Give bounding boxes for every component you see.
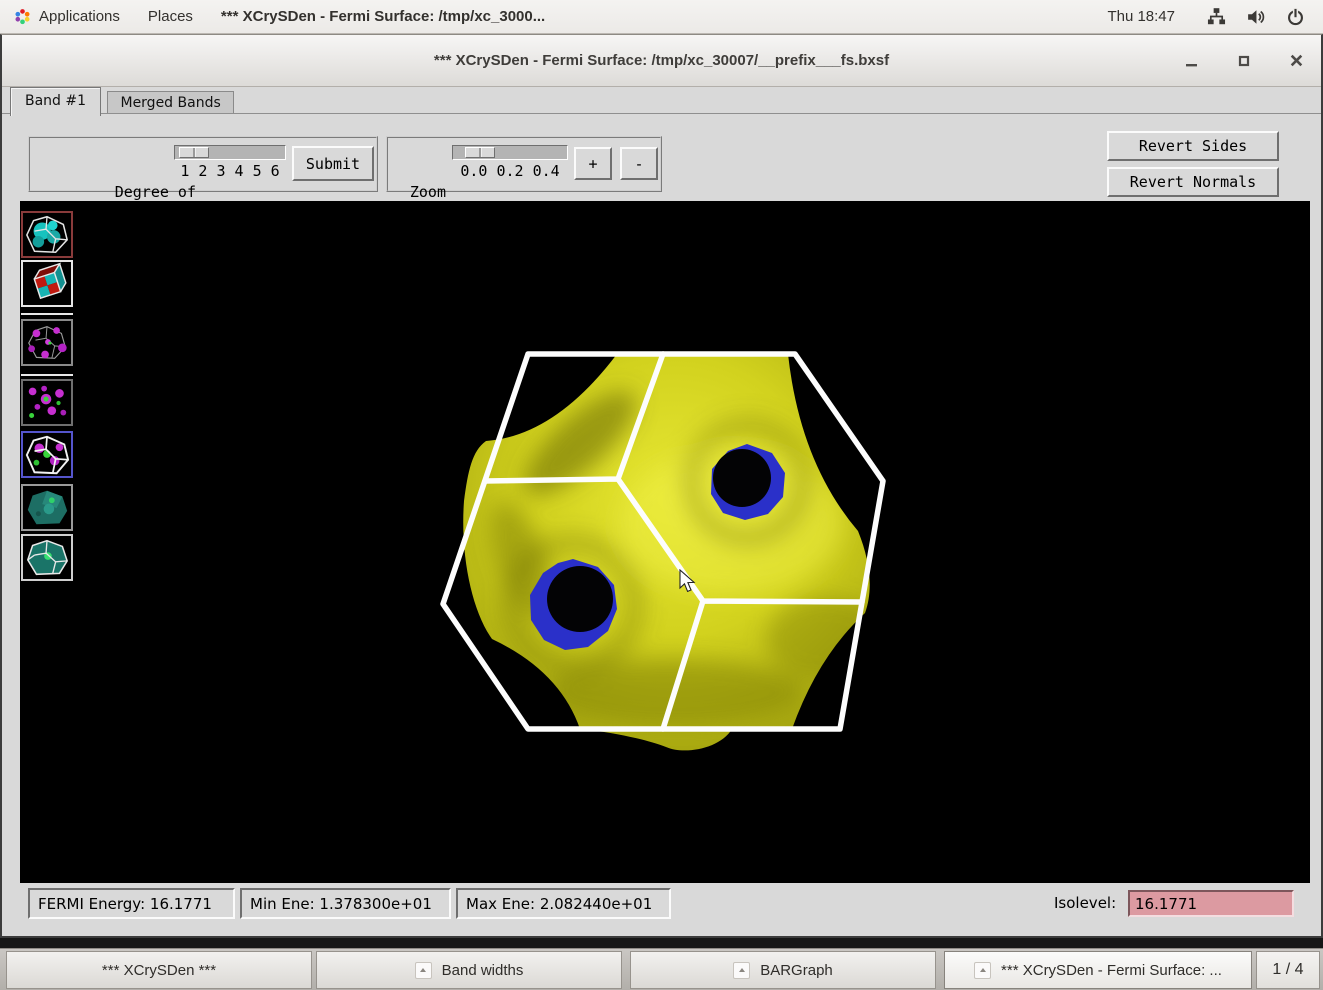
interpolation-ticks: 1 2 3 4 5 6 (174, 162, 286, 180)
applications-icon (14, 8, 31, 25)
tab-merged-bands[interactable]: Merged Bands (107, 91, 233, 115)
task-bargraph-label: BARGraph (760, 962, 833, 979)
minimize-icon (1185, 54, 1199, 68)
task-fermi-surface-label: *** XCrySDen - Fermi Surface: ... (1001, 962, 1222, 979)
zoom-step-slider-handle[interactable] (465, 147, 495, 158)
thumbnail-wireframe-pockets[interactable] (21, 431, 73, 478)
xcrysden-fermi-surface-window: *** XCrySDen - Fermi Surface: /tmp/xc_30… (0, 34, 1323, 938)
thumbnail-5-image (23, 433, 71, 476)
places-menu[interactable]: Places (134, 0, 207, 33)
task-band-widths[interactable]: Band widths (316, 951, 622, 989)
thumbnail-magenta-green-pockets[interactable] (21, 379, 73, 426)
thumbnail-teal-wireframe-surface[interactable] (21, 534, 73, 581)
workspace-pager-label: 1 / 4 (1272, 961, 1303, 979)
maximize-button[interactable] (1233, 50, 1255, 72)
zoom-in-button[interactable]: + (574, 147, 612, 180)
brillouin-zone-scene (20, 201, 1310, 883)
window-list-taskbar: *** XCrySDen *** Band widths BARGraph **… (0, 948, 1323, 990)
workspace-pager[interactable]: 1 / 4 (1256, 951, 1320, 989)
volume-icon[interactable] (1246, 8, 1266, 26)
thumbnail-2-image (23, 262, 71, 305)
maximize-icon (1237, 54, 1251, 68)
tab-band-1-label: Band #1 (25, 93, 86, 109)
system-top-bar: Applications Places *** XCrySDen - Fermi… (0, 0, 1323, 34)
clock[interactable]: Thu 18:47 (1093, 0, 1189, 33)
task-xcrysden-main-label: *** XCrySDen *** (102, 962, 216, 979)
max-energy-label: Max Ene: 2.082440e+01 (466, 895, 652, 913)
thumbnail-4-image (23, 381, 71, 424)
task-fermi-surface[interactable]: *** XCrySDen - Fermi Surface: ... (944, 951, 1252, 989)
close-button[interactable] (1285, 50, 1307, 72)
window-icon (733, 962, 750, 979)
window-title: *** XCrySDen - Fermi Surface: /tmp/xc_30… (434, 52, 889, 69)
interpolation-slider-handle[interactable] (179, 147, 209, 158)
zoom-out-button[interactable]: - (620, 147, 658, 180)
applications-menu[interactable]: Applications (0, 0, 134, 33)
zoom-step-slider[interactable] (452, 145, 568, 160)
task-xcrysden-main[interactable]: *** XCrySDen *** (6, 951, 312, 989)
thumbnail-separator (21, 313, 73, 315)
isolevel-label: Isolevel: (1054, 894, 1116, 912)
isolevel-input[interactable] (1128, 890, 1294, 917)
desktop-gap (0, 938, 1323, 948)
minimize-button[interactable] (1181, 50, 1203, 72)
thumbnail-solid-teal-surface[interactable] (21, 484, 73, 531)
min-energy-field: Min Ene: 1.378300e+01 (240, 888, 451, 919)
window-icon (974, 962, 991, 979)
thumbnail-red-cyan-cube[interactable] (21, 260, 73, 307)
task-band-widths-label: Band widths (442, 962, 524, 979)
fermi-energy-field: FERMI Energy: 16.1771 (28, 888, 235, 919)
interpolation-label-line1: Degree of (36, 183, 196, 202)
fermi-energy-label: FERMI Energy: 16.1771 (38, 895, 212, 913)
submit-button-label: Submit (306, 155, 360, 173)
task-bargraph[interactable]: BARGraph (630, 951, 936, 989)
zoom-out-label: - (634, 155, 643, 173)
interpolation-slider[interactable] (174, 145, 286, 160)
mouse-cursor-icon (678, 569, 700, 595)
thumbnail-3-image (23, 321, 71, 364)
interpolation-frame: Degree of Interpolation: 1 2 3 4 5 6 Sub… (28, 136, 378, 192)
revert-normals-button[interactable]: Revert Normals (1107, 167, 1279, 197)
band1-panel: Degree of Interpolation: 1 2 3 4 5 6 Sub… (2, 114, 1321, 935)
thumbnail-1-image (23, 213, 71, 256)
topbar-active-window-menu[interactable]: *** XCrySDen - Fermi Surface: /tmp/xc_30… (207, 0, 559, 33)
power-icon[interactable] (1286, 7, 1305, 26)
network-icon[interactable] (1207, 7, 1226, 26)
tab-merged-bands-label: Merged Bands (120, 95, 220, 111)
applications-label: Applications (39, 8, 120, 25)
topbar-active-window-label: *** XCrySDen - Fermi Surface: /tmp/xc_30… (221, 8, 545, 25)
thumbnail-7-image (23, 536, 71, 579)
thumbnail-magenta-blobs-wireframe[interactable] (21, 319, 73, 366)
window-titlebar: *** XCrySDen - Fermi Surface: /tmp/xc_30… (2, 35, 1321, 87)
clock-label: Thu 18:47 (1107, 8, 1175, 25)
submit-button[interactable]: Submit (292, 146, 374, 181)
fermi-surface-viewport[interactable] (20, 201, 1310, 883)
zoom-in-label: + (588, 155, 597, 173)
window-icon (415, 962, 432, 979)
revert-sides-label: Revert Sides (1139, 137, 1247, 155)
revert-normals-label: Revert Normals (1130, 173, 1256, 191)
max-energy-field: Max Ene: 2.082440e+01 (456, 888, 671, 919)
tab-band-1[interactable]: Band #1 (10, 87, 101, 116)
thumbnail-cyan-wireframe-surface[interactable] (21, 211, 73, 258)
zoom-label-line1: Zoom (394, 183, 446, 202)
close-icon (1289, 53, 1304, 68)
zoom-step-ticks: 0.0 0.2 0.4 (452, 162, 568, 180)
min-energy-label: Min Ene: 1.378300e+01 (250, 895, 432, 913)
thumbnail-6-image (23, 486, 71, 529)
places-label: Places (148, 8, 193, 25)
band-tabbar: Band #1 Merged Bands (2, 87, 1321, 114)
revert-sides-button[interactable]: Revert Sides (1107, 131, 1279, 161)
thumbnail-separator (21, 374, 73, 376)
zoom-step-frame: Zoom Step: 0.0 0.2 0.4 + - (386, 136, 662, 192)
